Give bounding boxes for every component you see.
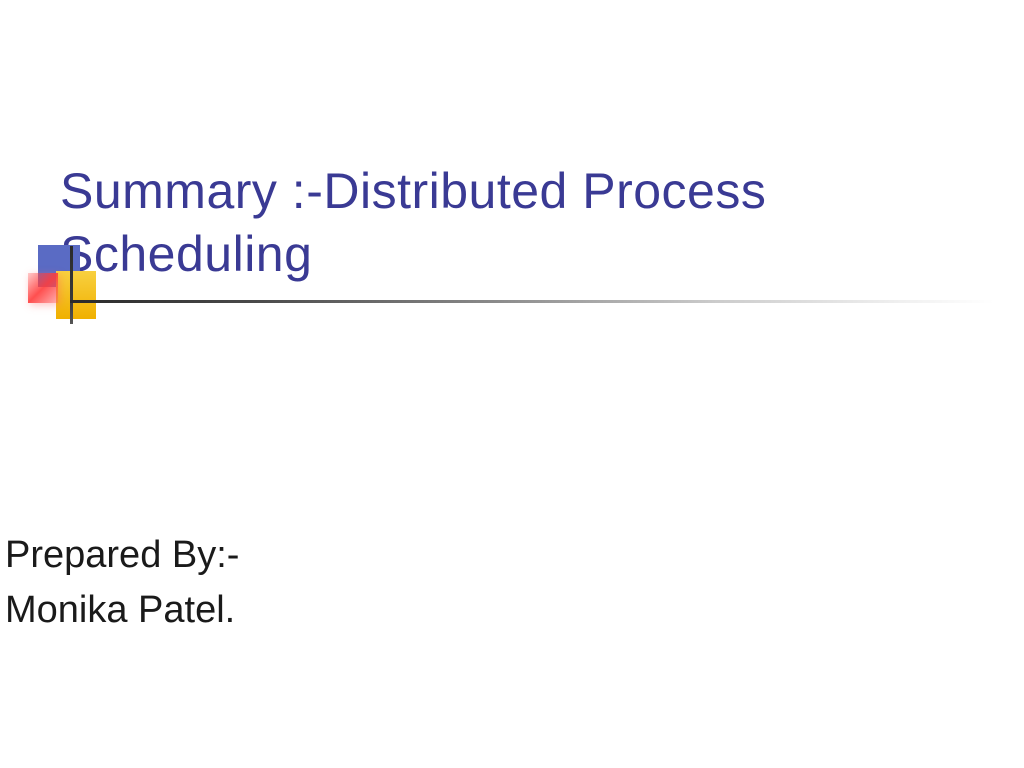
horizontal-divider <box>70 300 994 303</box>
title-section: Summary :-Distributed Process Scheduling <box>60 160 984 285</box>
red-square-icon <box>28 273 58 303</box>
prepared-by-label: Prepared By:- <box>5 528 239 583</box>
decorative-squares <box>28 245 108 325</box>
body-content: Prepared By:- Monika Patel. <box>5 528 239 638</box>
vertical-divider <box>70 246 73 324</box>
yellow-square-icon <box>56 271 96 319</box>
slide-title: Summary :-Distributed Process Scheduling <box>60 160 984 285</box>
presentation-slide: Summary :-Distributed Process Scheduling… <box>0 0 1024 768</box>
author-name: Monika Patel. <box>5 583 239 638</box>
